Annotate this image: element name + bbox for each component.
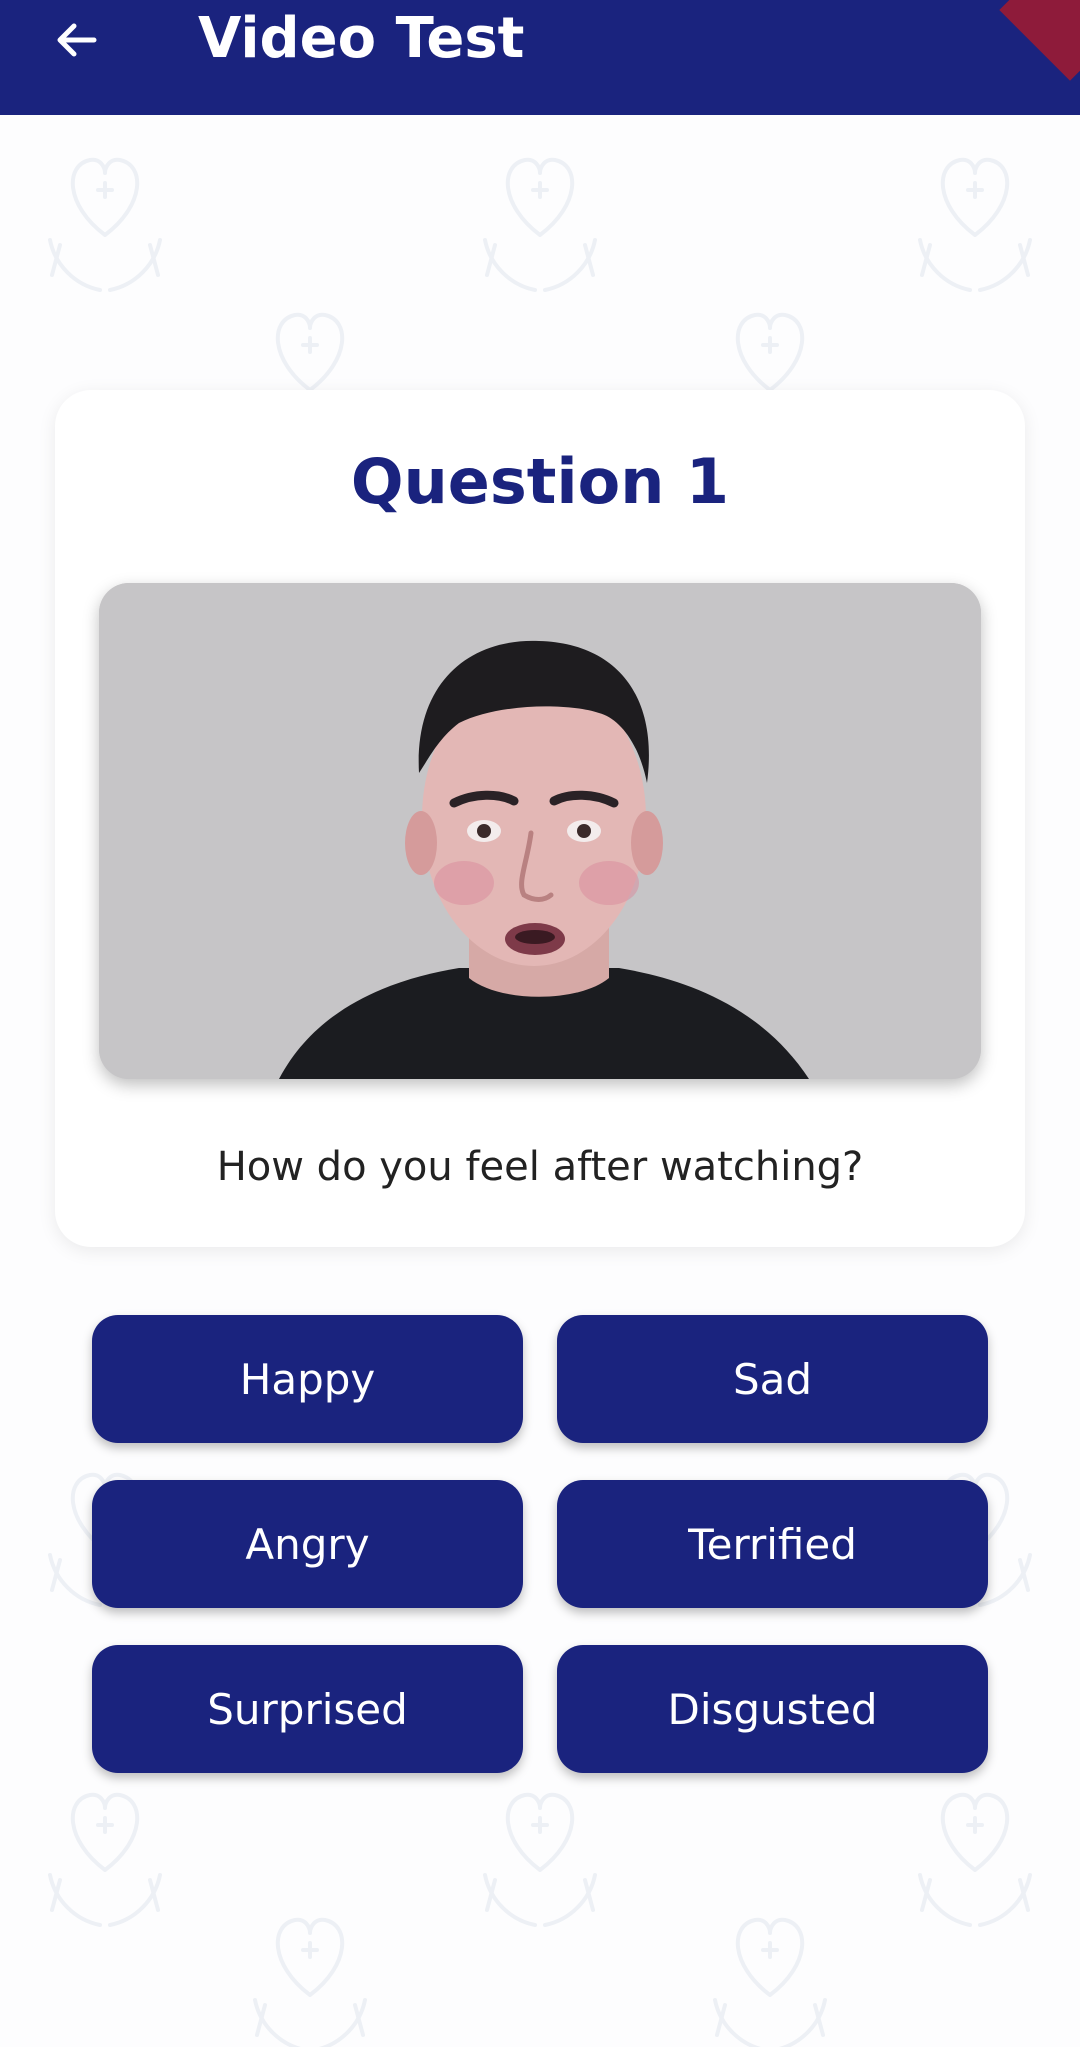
option-sad-button[interactable]: Sad — [557, 1315, 988, 1443]
question-title: Question 1 — [350, 445, 730, 518]
video-player[interactable] — [99, 583, 981, 1079]
option-label: Surprised — [207, 1684, 408, 1734]
app-bar: Video Test — [0, 0, 1080, 115]
debug-ribbon — [999, 0, 1080, 81]
option-happy-button[interactable]: Happy — [92, 1315, 523, 1443]
option-surprised-button[interactable]: Surprised — [92, 1645, 523, 1773]
option-label: Happy — [239, 1354, 376, 1404]
option-label: Sad — [732, 1354, 813, 1404]
page-title: Video Test — [198, 6, 525, 71]
option-angry-button[interactable]: Angry — [92, 1480, 523, 1608]
back-button[interactable] — [36, 0, 116, 80]
question-card: Question 1 How do you feel after watchin… — [55, 390, 1025, 1247]
arrow-left-icon — [57, 23, 97, 57]
video-frame-person — [99, 583, 981, 1079]
option-terrified-button[interactable]: Terrified — [557, 1480, 988, 1608]
option-label: Disgusted — [667, 1684, 878, 1734]
option-disgusted-button[interactable]: Disgusted — [557, 1645, 988, 1773]
option-label: Terrified — [688, 1519, 857, 1569]
question-prompt: How do you feel after watching? — [216, 1144, 864, 1190]
option-label: Angry — [245, 1519, 370, 1569]
